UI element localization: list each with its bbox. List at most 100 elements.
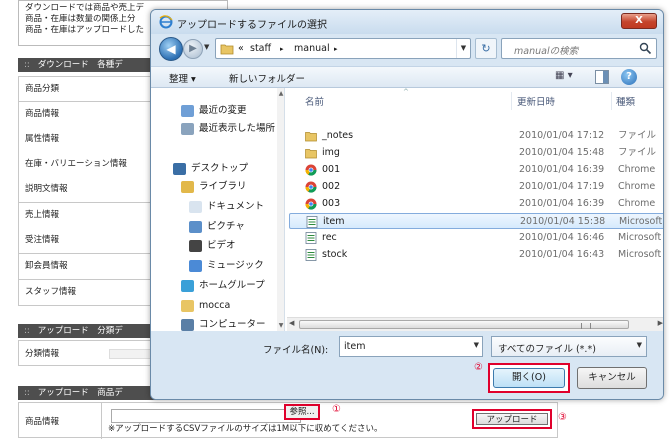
file-row[interactable]: 002 2010/01/04 17:19 Chrome: [289, 179, 663, 195]
browse-button[interactable]: 参照...: [284, 404, 320, 420]
file-date: 2010/01/04 16:43: [519, 249, 605, 260]
download-row-label: 商品情報: [25, 109, 60, 119]
address-prefix[interactable]: «: [238, 43, 244, 54]
address-separator-icon[interactable]: ▸: [280, 45, 284, 53]
download-row: 商品情報: [18, 102, 168, 128]
nav-item[interactable]: コンピューター: [151, 316, 277, 331]
csv-file-input[interactable]: [111, 409, 301, 423]
csv-file-icon: [305, 232, 317, 244]
history-dropdown-icon[interactable]: ▼: [204, 43, 214, 53]
upload-button[interactable]: アップロード: [476, 413, 548, 425]
column-header-date[interactable]: 更新日時: [517, 94, 555, 110]
file-date: 2010/01/04 16:39: [519, 164, 605, 175]
file-row[interactable]: rec 2010/01/04 16:46 Microsoft: [289, 230, 663, 246]
cancel-button[interactable]: キャンセル: [577, 367, 647, 389]
address-separator-icon[interactable]: ▸: [334, 45, 338, 53]
organize-menu[interactable]: 整理 ▾: [169, 71, 196, 85]
nav-item-label: mocca: [199, 300, 231, 311]
filename-label: ファイル名(N):: [263, 345, 329, 356]
nav-scrollbar[interactable]: ▲ ▼: [277, 88, 284, 331]
nav-item-label: コンピューター: [199, 319, 266, 330]
help-icon[interactable]: ?: [621, 69, 637, 85]
music-icon: [189, 260, 202, 272]
dialog-titlebar[interactable]: アップロードするファイルの選択 X: [151, 10, 663, 34]
nav-item[interactable]: 最近の変更: [151, 102, 277, 120]
address-dropdown-icon[interactable]: ▼: [456, 39, 470, 58]
folder-icon: [305, 132, 317, 142]
file-row[interactable]: stock 2010/01/04 16:43 Microsoft: [289, 247, 663, 263]
document-icon: [189, 201, 202, 213]
filename-dropdown-icon[interactable]: ▼: [474, 341, 479, 349]
file-date: 2010/01/04 17:19: [519, 181, 605, 192]
nav-item[interactable]: ホームグループ: [151, 277, 277, 295]
refresh-button[interactable]: ↻: [475, 38, 497, 59]
download-row: 在庫・バリエーション情報: [18, 152, 168, 178]
download-row: 説明文情報: [18, 177, 168, 203]
filetype-dropdown-icon[interactable]: ▼: [637, 341, 642, 349]
nav-item-label: デスクトップ: [191, 163, 249, 174]
horizontal-scrollbar[interactable]: ◀ ▶: [287, 317, 663, 331]
file-name: 002: [322, 181, 341, 192]
preview-pane-icon[interactable]: [595, 70, 609, 84]
nav-item-label: ドキュメント: [207, 201, 265, 212]
address-segment-staff[interactable]: staff: [250, 43, 271, 54]
file-row[interactable]: img 2010/01/04 15:48 ファイル: [289, 145, 663, 161]
new-folder-button[interactable]: 新しいフォルダー: [229, 71, 305, 85]
nav-item[interactable]: ミュージック: [151, 257, 277, 275]
filename-value[interactable]: item: [344, 341, 365, 352]
nav-item[interactable]: ドキュメント: [151, 198, 277, 216]
nav-item[interactable]: mocca: [151, 297, 277, 315]
nav-item-label: 最近の変更: [199, 105, 247, 116]
nav-item[interactable]: ライブラリ: [151, 178, 277, 196]
file-date: 2010/01/04 16:46: [519, 232, 605, 243]
file-name: 003: [322, 198, 341, 209]
column-header-type[interactable]: 種類: [616, 94, 635, 110]
nav-item[interactable]: ビデオ: [151, 237, 277, 255]
address-bar[interactable]: « staff ▸ manual ▸ ▼: [215, 38, 471, 59]
file-row[interactable]: 003 2010/01/04 16:39 Chrome: [289, 196, 663, 212]
file-row[interactable]: _notes 2010/01/04 17:12 ファイル: [289, 128, 663, 144]
csv-file-icon: [306, 216, 318, 228]
forward-button[interactable]: ▶: [183, 39, 203, 59]
filetype-select[interactable]: すべてのファイル (*.*) ▼: [491, 336, 647, 357]
nav-item[interactable]: 最近表示した場所: [151, 120, 277, 138]
dialog-title: アップロードするファイルの選択: [177, 20, 327, 31]
file-date: 2010/01/04 15:48: [519, 147, 605, 158]
navigation-pane: 最近の変更最近表示した場所デスクトップライブラリドキュメントピクチャ ビデオミュー…: [151, 88, 285, 331]
download-section-header: :: ダウンロード 各種デ: [18, 58, 168, 72]
nav-item[interactable]: ピクチャ: [151, 218, 277, 236]
desktop-icon: [173, 163, 186, 175]
file-date: 2010/01/04 17:12: [519, 130, 605, 141]
ie-icon: [159, 15, 173, 29]
video-icon: [189, 240, 202, 252]
homegroup-icon: [181, 280, 194, 292]
nav-item-label: 最近表示した場所: [199, 123, 276, 134]
column-header-name[interactable]: 名前: [305, 94, 324, 110]
callout-2: ②: [474, 362, 483, 373]
close-button[interactable]: X: [621, 13, 657, 29]
search-box[interactable]: manualの検索: [501, 38, 657, 59]
upload-category-section-title: アップロード 分類デ: [37, 326, 123, 336]
file-type: Chrome: [618, 181, 656, 192]
download-row: スタッフ情報: [18, 280, 168, 306]
view-options-icon[interactable]: ▦ ▾: [555, 70, 579, 84]
upload-product-section-title: アップロード 商品デ: [37, 388, 123, 398]
file-row[interactable]: 001 2010/01/04 16:39 Chrome: [289, 162, 663, 178]
search-icon[interactable]: [639, 42, 652, 55]
download-row: 売上情報: [18, 203, 168, 229]
sort-arrow-icon: ^: [403, 88, 409, 96]
download-row-label: 商品分類: [25, 84, 60, 94]
back-button[interactable]: ◀: [159, 37, 183, 61]
file-type: Microsoft: [618, 249, 662, 260]
scroll-thumb[interactable]: [299, 320, 629, 329]
file-row[interactable]: item 2010/01/04 15:38 Microsoft: [289, 213, 663, 229]
search-placeholder: manualの検索: [514, 46, 579, 57]
file-name: rec: [322, 232, 337, 243]
filename-input[interactable]: item ▼: [339, 336, 483, 357]
address-segment-manual[interactable]: manual: [294, 43, 330, 54]
download-section-title: ダウンロード 各種デ: [37, 60, 123, 70]
nav-item[interactable]: デスクトップ: [151, 160, 277, 178]
open-button[interactable]: 開く(O): [493, 368, 565, 388]
recent-icon: [181, 105, 194, 117]
file-type: Microsoft: [619, 216, 663, 227]
